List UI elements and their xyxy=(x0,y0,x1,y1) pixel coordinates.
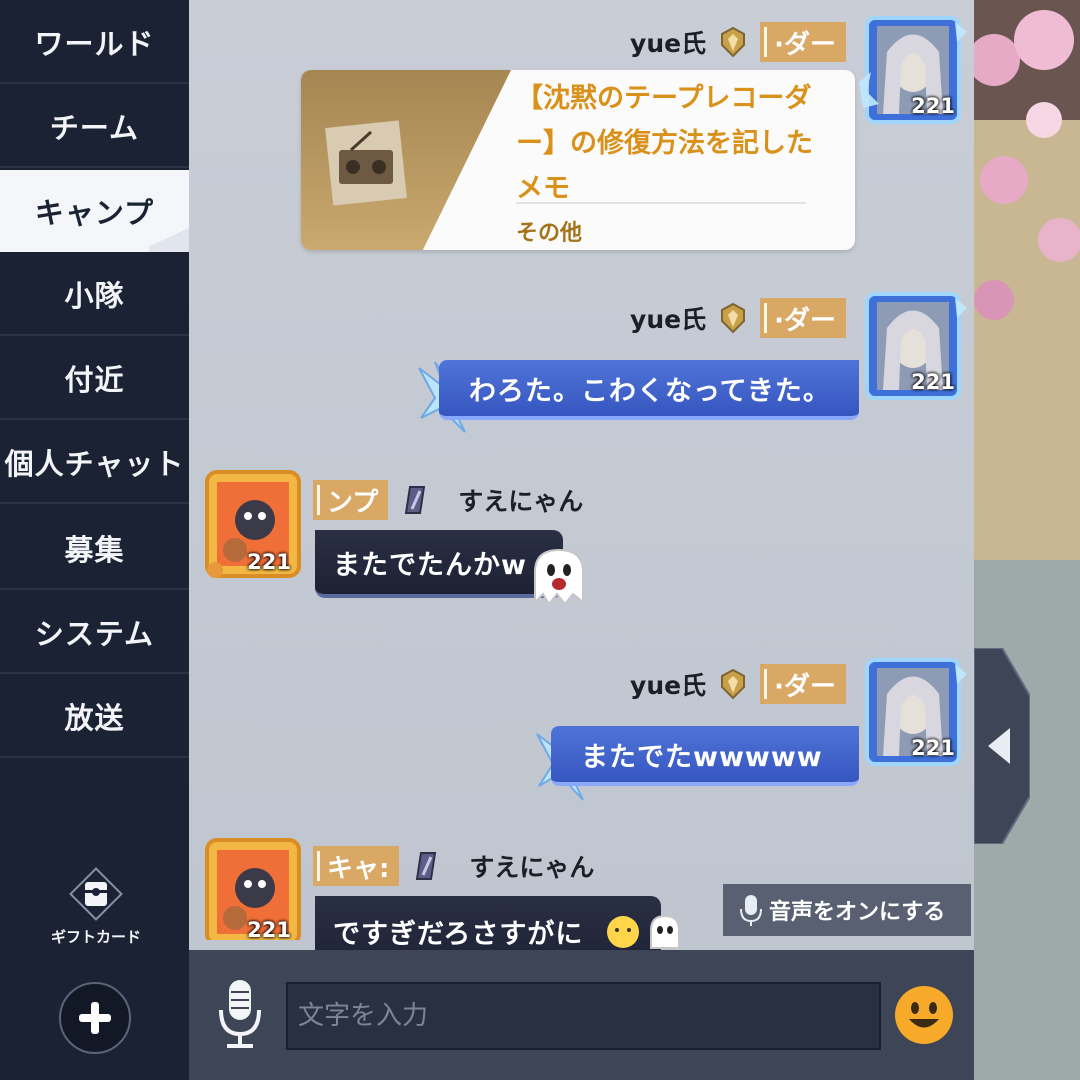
message-bubble[interactable]: またでたwwwww xyxy=(551,726,859,786)
rank-emblem-icon xyxy=(416,852,437,880)
game-world-background xyxy=(974,0,1080,1080)
level-label: 221 xyxy=(911,370,955,394)
sender-name: yue氏 xyxy=(630,305,707,334)
microphone-icon xyxy=(219,980,261,1048)
message-input[interactable] xyxy=(286,982,881,1050)
tab-team[interactable]: チーム xyxy=(0,86,189,168)
avatar[interactable]: 221 xyxy=(857,288,969,404)
tab-system[interactable]: システム xyxy=(0,592,189,674)
rank-badge: ·ダー xyxy=(760,298,846,338)
sender-name: yue氏 xyxy=(630,671,707,700)
tab-world[interactable]: ワールド xyxy=(0,2,189,84)
rank-emblem-icon xyxy=(721,302,746,334)
chat-message-list[interactable]: yue氏 ·ダー 221 【沈黙のテープレコーダー】の修復方法を記したメモ その… xyxy=(189,0,974,950)
level-label: 221 xyxy=(247,550,291,574)
tab-nearby[interactable]: 付近 xyxy=(0,338,189,420)
gift-card-button[interactable]: ギフトカード xyxy=(36,866,156,956)
rank-badge: ·ダー xyxy=(760,664,846,704)
tape-recorder-note-icon xyxy=(325,120,407,206)
tab-squad[interactable]: 小隊 xyxy=(0,254,189,336)
message-text: またでたんかw xyxy=(333,549,527,581)
rank-emblem-icon xyxy=(405,486,426,514)
emoji-icons xyxy=(607,914,680,949)
ghost-emoji-icon xyxy=(534,548,584,606)
voice-toggle-label: 音声をオンにする xyxy=(769,900,946,925)
gift-card-icon xyxy=(68,866,124,922)
message-header: yue氏 ·ダー xyxy=(630,296,846,340)
avatar[interactable]: 221 xyxy=(201,834,305,940)
collapse-chat-button[interactable] xyxy=(973,647,1031,845)
message-text: ですぎだろさすがに xyxy=(333,919,584,950)
message-bubble[interactable]: わろた。こわくなってきた。 xyxy=(439,360,859,420)
chat-input-bar xyxy=(189,950,974,1080)
rank-emblem-icon xyxy=(721,26,746,58)
message-header: キャ: すえにゃん xyxy=(313,844,594,888)
avatar[interactable]: 221 xyxy=(201,466,305,584)
avatar[interactable]: 221 xyxy=(857,654,969,770)
item-link-card[interactable]: 【沈黙のテープレコーダー】の修復方法を記したメモ その他 xyxy=(301,70,855,250)
voice-toggle-button[interactable]: 音声をオンにする xyxy=(723,884,971,936)
voice-input-button[interactable] xyxy=(217,978,263,1050)
tab-broadcast[interactable]: 放送 xyxy=(0,676,189,758)
rank-badge: キャ: xyxy=(313,846,400,886)
message-bubble[interactable]: またでたんかw xyxy=(315,530,563,598)
sender-name: すえにゃん xyxy=(469,853,595,882)
message-text: わろた。こわくなってきた。 xyxy=(469,375,831,407)
level-label: 221 xyxy=(247,918,291,940)
microphone-icon xyxy=(740,895,762,926)
message-text: またでたwwwww xyxy=(581,741,823,773)
gift-card-label: ギフトカード xyxy=(50,928,141,946)
item-category: その他 xyxy=(516,221,583,246)
channel-sidebar: ワールド チーム キャンプ 小隊 付近 個人チャット 募集 システム 放送 ギフ… xyxy=(0,0,189,1080)
message-header: ンプ すえにゃん xyxy=(313,478,583,522)
rank-emblem-icon xyxy=(721,668,746,700)
sender-name: yue氏 xyxy=(630,29,707,58)
emoji-button[interactable] xyxy=(895,986,953,1044)
level-label: 221 xyxy=(911,736,955,760)
tab-recruit[interactable]: 募集 xyxy=(0,508,189,590)
item-divider xyxy=(516,202,806,204)
plus-icon xyxy=(79,1002,111,1034)
message-header: yue氏 ·ダー xyxy=(630,662,846,706)
tab-camp[interactable]: キャンプ xyxy=(0,170,189,252)
level-label: 221 xyxy=(911,94,955,118)
tab-private-chat[interactable]: 個人チャット xyxy=(0,422,189,504)
rank-badge: ·ダー xyxy=(760,22,846,62)
message-header: yue氏 ·ダー xyxy=(630,20,846,64)
rank-badge: ンプ xyxy=(313,480,389,520)
smiley-face-icon xyxy=(896,987,952,1043)
add-button[interactable] xyxy=(59,982,131,1054)
sender-name: すえにゃん xyxy=(458,487,584,516)
avatar[interactable]: 221 xyxy=(857,12,969,128)
item-title: 【沈黙のテープレコーダー】の修復方法を記したメモ xyxy=(516,83,813,204)
